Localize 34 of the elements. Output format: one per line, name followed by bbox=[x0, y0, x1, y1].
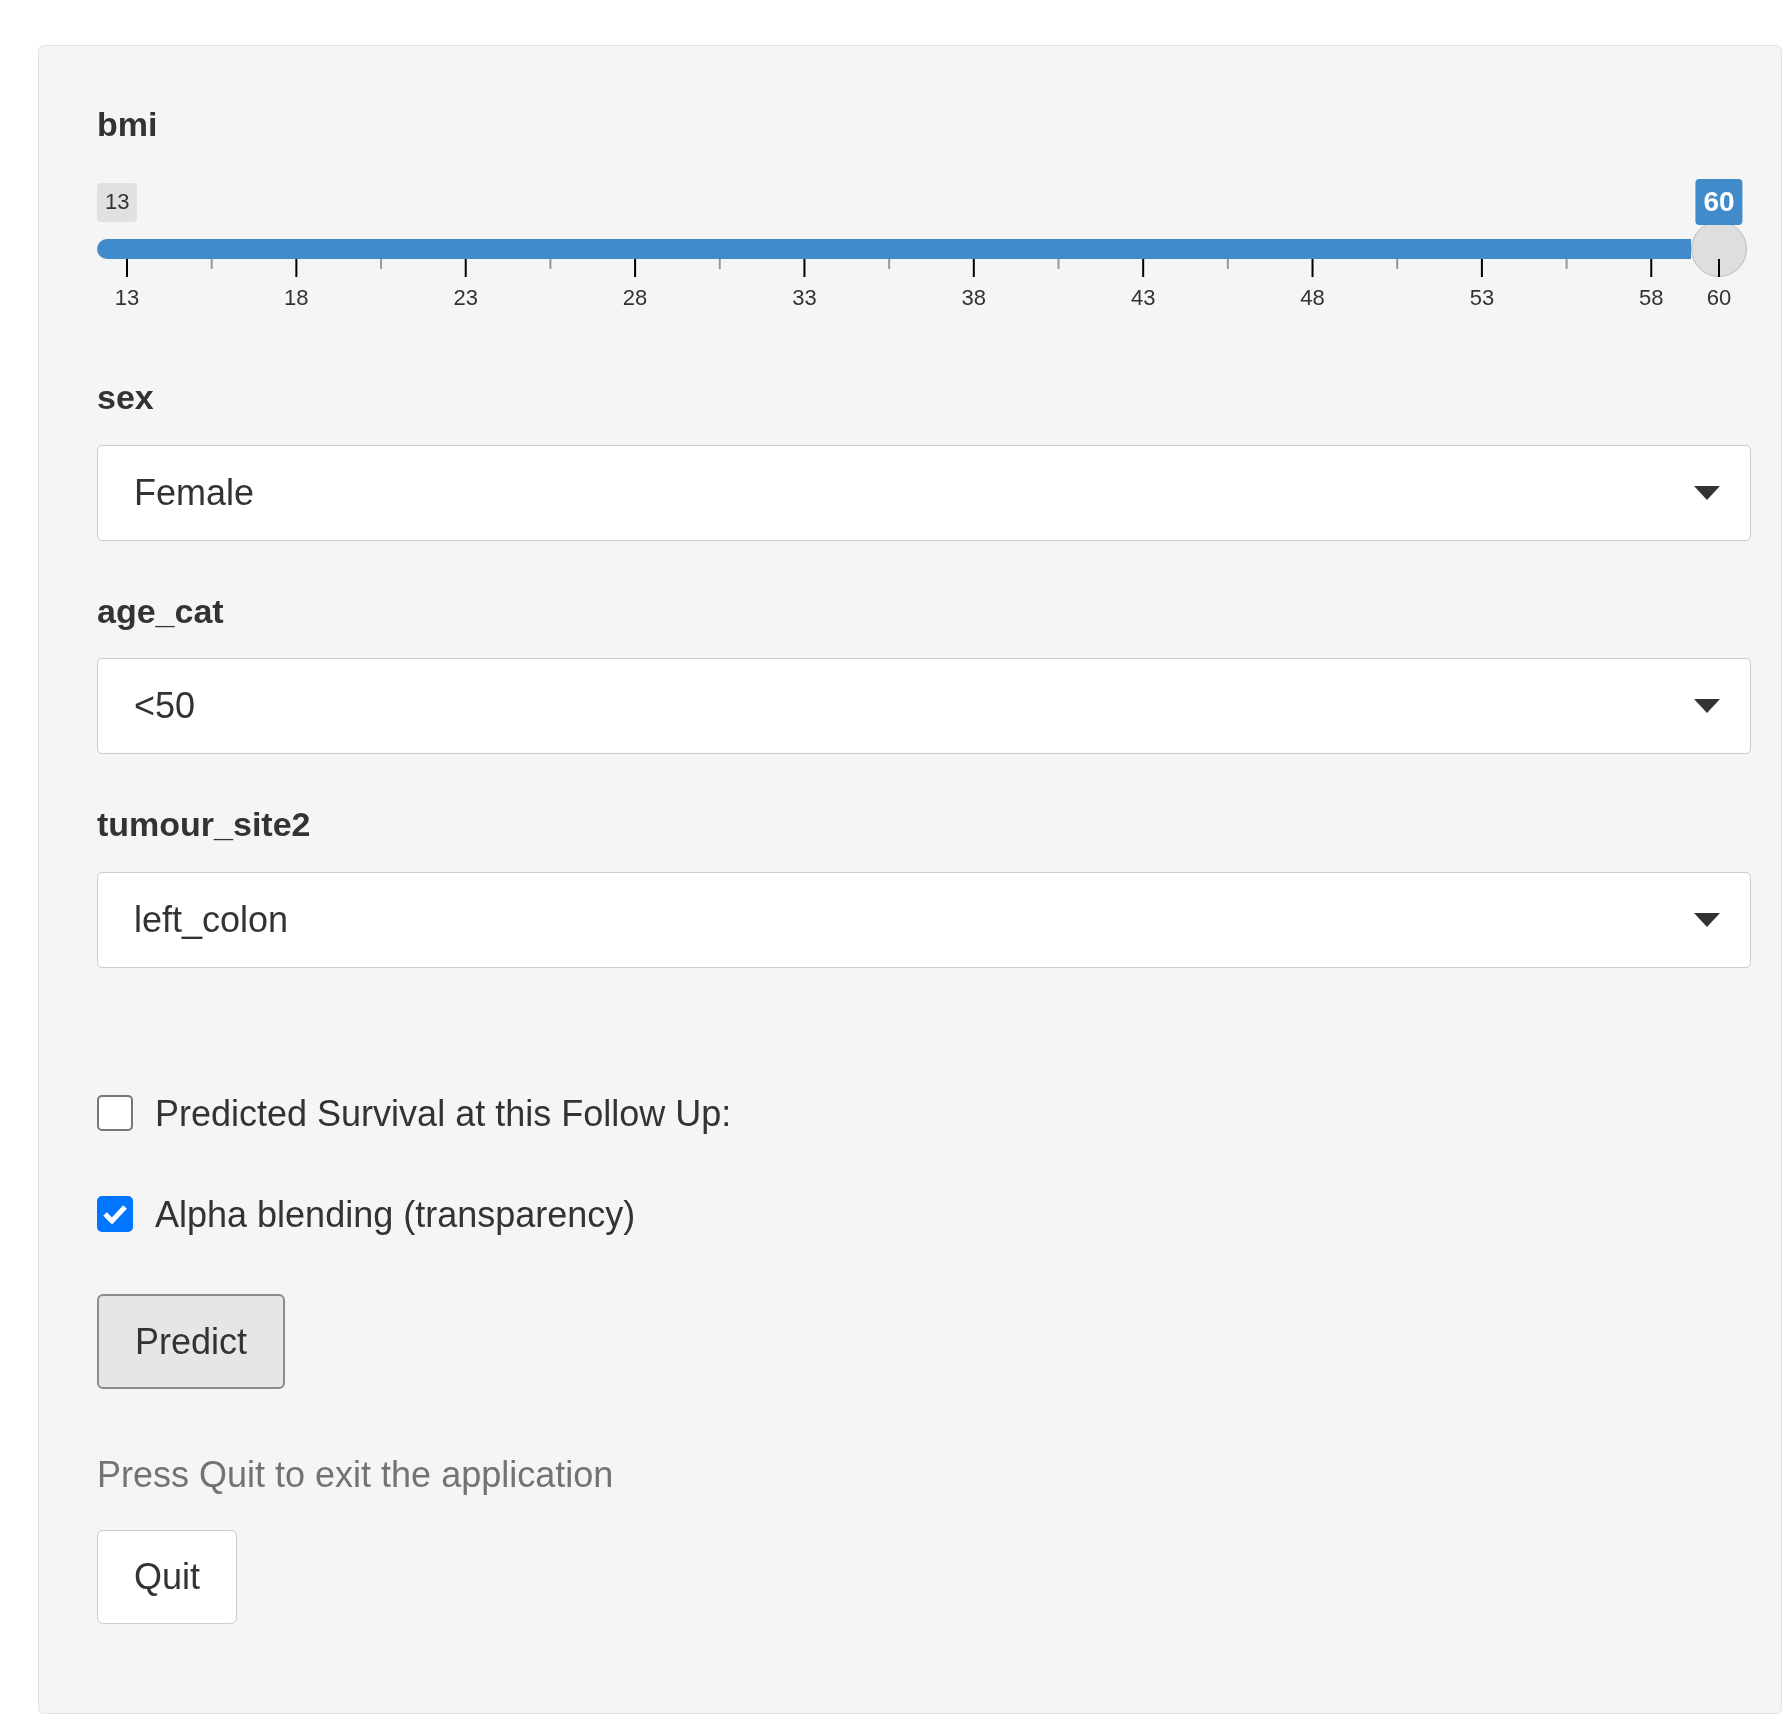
field-label: tumour_site2 bbox=[97, 806, 311, 844]
field-label: bmi bbox=[97, 106, 158, 144]
checkbox-label: Alpha blending (transparency) bbox=[155, 1192, 636, 1236]
quit-button[interactable]: Quit bbox=[97, 1530, 238, 1624]
caret-icon bbox=[1694, 912, 1720, 927]
tick-label: 33 bbox=[792, 285, 817, 311]
help-text: Press Quit to exit the application bbox=[97, 1453, 615, 1497]
select-field[interactable]: left_colon bbox=[97, 871, 1751, 968]
select-value: <50 bbox=[134, 684, 196, 729]
tick-label: 53 bbox=[1469, 285, 1495, 311]
tick-label: 13 bbox=[114, 285, 140, 311]
select-field[interactable]: Female bbox=[97, 444, 1751, 541]
tick-label: 38 bbox=[961, 285, 987, 311]
value-label: 60 bbox=[1695, 179, 1743, 225]
select-value: left_colon bbox=[134, 897, 289, 942]
checkbox-label: Predicted Survival at this Follow Up: bbox=[155, 1091, 732, 1135]
tick-label: 23 bbox=[453, 285, 478, 311]
tick-label: 48 bbox=[1300, 285, 1325, 311]
caret-icon bbox=[1694, 485, 1720, 500]
select-field[interactable]: <50 bbox=[97, 658, 1751, 755]
tick-label: 18 bbox=[284, 285, 309, 311]
tick-label: 58 bbox=[1639, 285, 1664, 311]
tick-label: 60 bbox=[1706, 285, 1732, 311]
select-value: Female bbox=[134, 470, 255, 515]
check-icon bbox=[102, 1203, 128, 1226]
field-label: age_cat bbox=[97, 592, 224, 631]
caret-icon bbox=[1694, 699, 1720, 714]
field-label: sex bbox=[97, 379, 154, 417]
checkbox[interactable] bbox=[97, 1095, 133, 1132]
checkbox[interactable] bbox=[97, 1196, 133, 1233]
tick-label: 43 bbox=[1130, 285, 1156, 311]
min-value-label: 13 bbox=[97, 183, 138, 222]
tick-label: 28 bbox=[622, 285, 648, 311]
predict-button[interactable]: Predict bbox=[97, 1293, 286, 1390]
